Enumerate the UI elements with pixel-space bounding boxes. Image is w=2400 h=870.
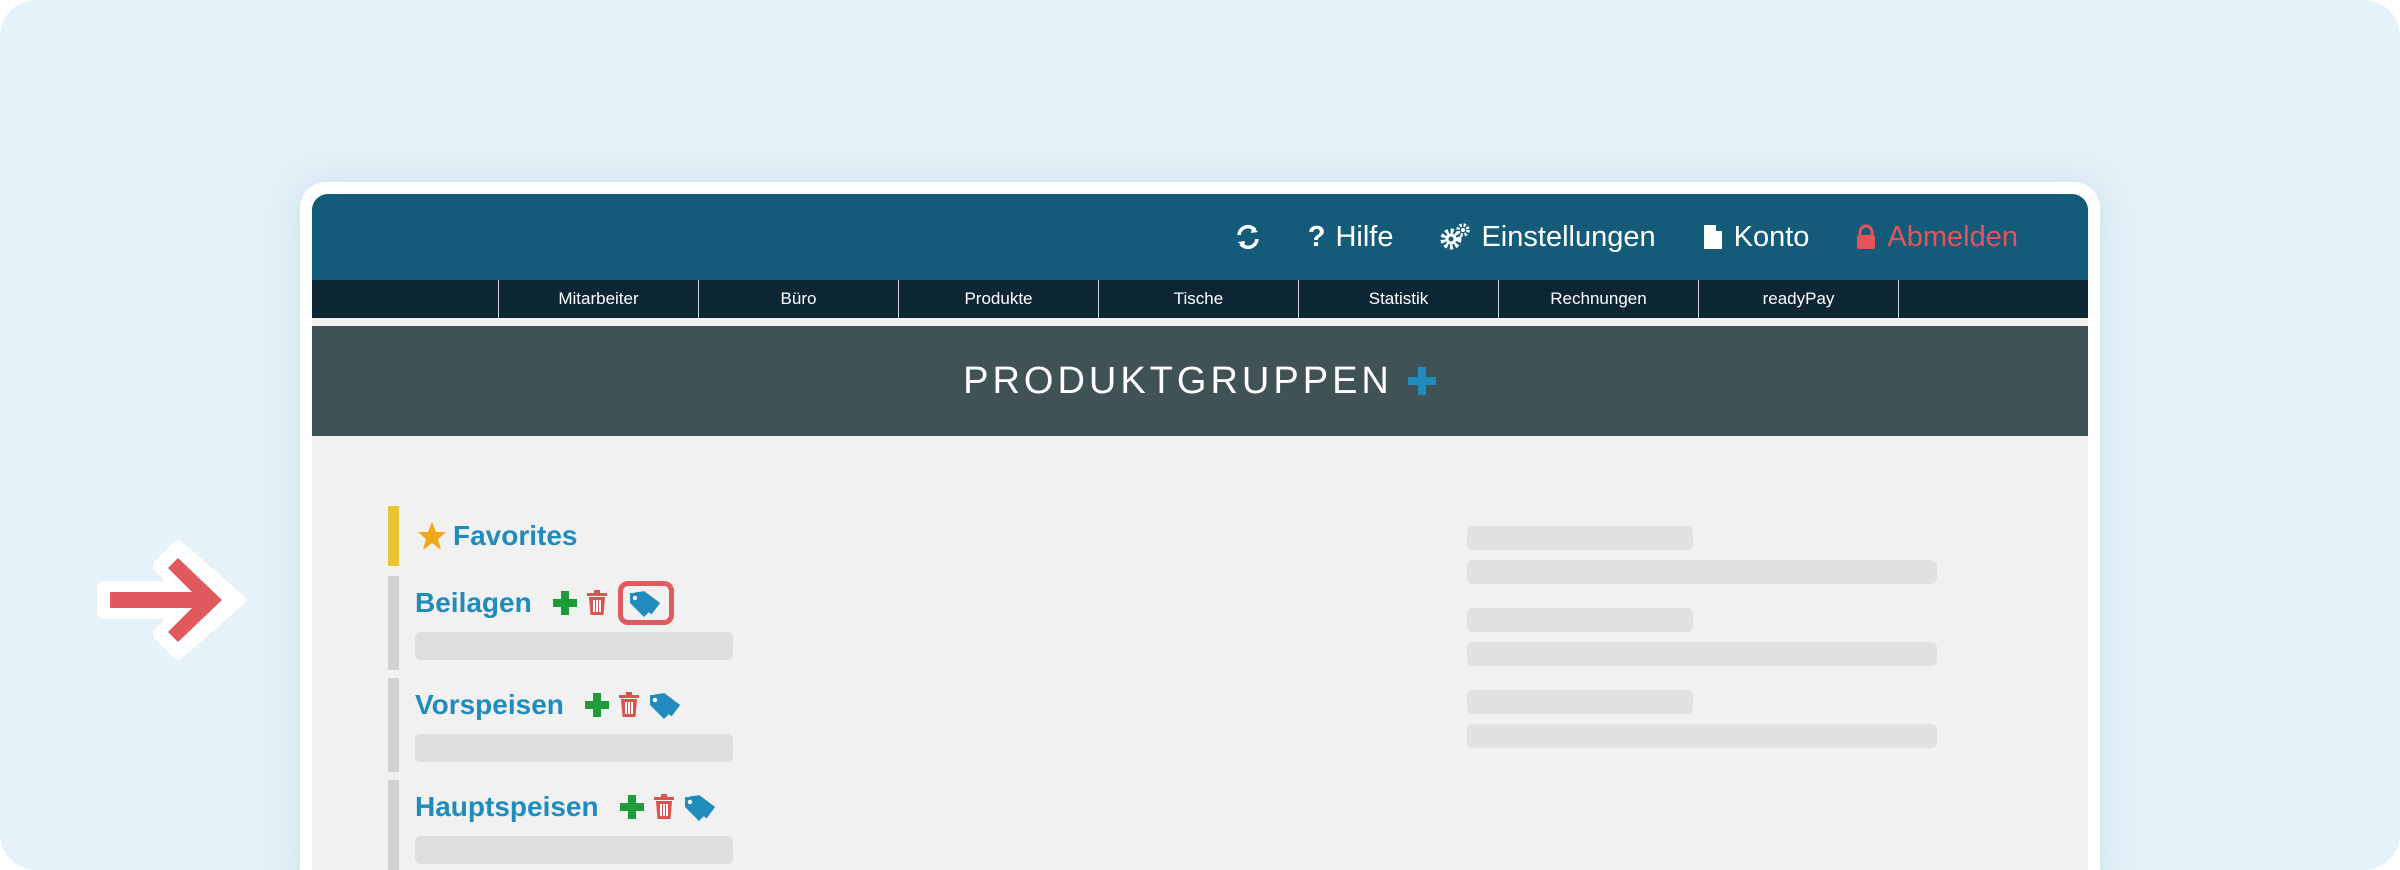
menu-item-produkte[interactable]: Produkte: [899, 280, 1099, 318]
tags-icon: [649, 693, 681, 719]
detail-placeholder: [1467, 526, 1937, 772]
page-title: PRODUKTGRUPPEN: [963, 359, 1393, 402]
trash-icon: [618, 692, 639, 717]
account-link[interactable]: Konto: [1702, 220, 1810, 254]
plus-icon: [584, 693, 609, 717]
placeholder-line: [1467, 560, 1937, 584]
settings-link[interactable]: Einstellungen: [1439, 220, 1656, 254]
top-navigation: ? Hilfe Einstellungen Konto Abmelden: [1188, 194, 2018, 280]
product-group-hauptspeisen: Hauptspeisen: [388, 780, 788, 870]
placeholder-line: [1467, 690, 1693, 714]
add-product-button[interactable]: [552, 590, 578, 616]
placeholder-block: [1467, 526, 1937, 584]
trash-icon: [653, 794, 674, 819]
group-actions: [584, 691, 692, 719]
app-window: ? Hilfe Einstellungen Konto Abmelden Mit…: [312, 194, 2088, 870]
question-icon: ?: [1307, 220, 1326, 253]
menu-item-mitarbeiter[interactable]: Mitarbeiter: [499, 280, 699, 318]
favorites-row[interactable]: Favorites: [388, 506, 788, 566]
menu-item-rechnungen[interactable]: Rechnungen: [1499, 280, 1699, 318]
logout-link[interactable]: Abmelden: [1855, 221, 2018, 254]
group-name[interactable]: Beilagen: [415, 587, 532, 619]
menu-item-readypay[interactable]: readyPay: [1699, 280, 1899, 318]
help-label: Hilfe: [1335, 220, 1394, 253]
lock-icon: [1857, 224, 1876, 249]
delete-group-button[interactable]: [586, 590, 608, 616]
account-label: Konto: [1733, 220, 1810, 253]
tags-button[interactable]: [648, 691, 684, 719]
placeholder-line: [1467, 724, 1937, 748]
placeholder-line: [1467, 526, 1693, 550]
group-actions: [552, 581, 674, 625]
star-icon: [418, 522, 446, 550]
add-product-button[interactable]: [619, 794, 645, 820]
placeholder-line: [1467, 642, 1937, 666]
plus-icon: [1407, 367, 1436, 395]
plus-icon: [552, 591, 577, 615]
add-product-button[interactable]: [584, 692, 610, 718]
group-description-placeholder: [415, 734, 733, 762]
gears-icon: [1440, 223, 1471, 250]
menu-item-buero[interactable]: Büro: [699, 280, 899, 318]
page-header: PRODUKTGRUPPEN: [312, 326, 2088, 436]
menu-item-tische[interactable]: Tische: [1099, 280, 1299, 318]
group-actions: [619, 793, 727, 821]
product-group-vorspeisen: Vorspeisen: [388, 678, 788, 772]
help-link[interactable]: ? Hilfe: [1308, 221, 1394, 254]
logout-label: Abmelden: [1887, 220, 2018, 253]
refresh-icon: [1236, 224, 1259, 250]
group-name[interactable]: Hauptspeisen: [415, 791, 599, 823]
add-product-group-button[interactable]: [1407, 366, 1437, 396]
tags-icon: [629, 591, 660, 617]
delete-group-button[interactable]: [653, 794, 675, 820]
screenshot-stage: ? Hilfe Einstellungen Konto Abmelden Mit…: [0, 0, 2400, 870]
placeholder-block: [1467, 608, 1937, 666]
delete-group-button[interactable]: [618, 692, 640, 718]
refresh-button[interactable]: [1234, 223, 1262, 251]
placeholder-line: [1467, 608, 1693, 632]
top-bar: ? Hilfe Einstellungen Konto Abmelden: [312, 194, 2088, 280]
main-menu: Mitarbeiter Büro Produkte Tische Statist…: [312, 280, 2088, 318]
menu-item-statistik[interactable]: Statistik: [1299, 280, 1499, 318]
trash-icon: [586, 590, 607, 615]
right-arrow-icon: [97, 541, 245, 659]
tags-icon: [684, 795, 715, 821]
product-group-beilagen: Beilagen: [388, 576, 788, 670]
menu-spacer: [312, 280, 499, 318]
settings-label: Einstellungen: [1481, 220, 1656, 253]
document-icon: [1703, 225, 1722, 249]
placeholder-block: [1467, 690, 1937, 748]
favorites-label: Favorites: [453, 520, 578, 551]
app-frame: ? Hilfe Einstellungen Konto Abmelden Mit…: [300, 182, 2100, 870]
tags-button[interactable]: [617, 581, 674, 625]
group-description-placeholder: [415, 836, 733, 864]
plus-icon: [619, 795, 644, 819]
tags-button[interactable]: [683, 793, 719, 821]
group-name[interactable]: Vorspeisen: [415, 689, 564, 721]
group-description-placeholder: [415, 632, 733, 660]
